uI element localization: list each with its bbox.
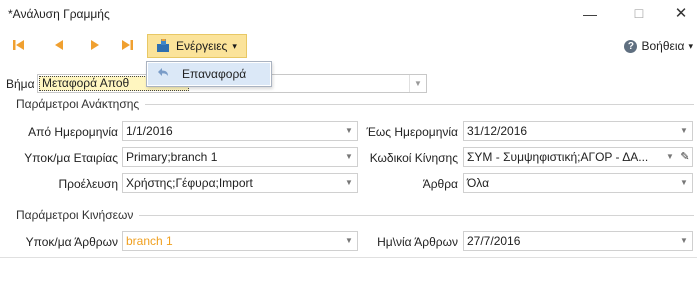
help-icon: ? <box>624 39 638 53</box>
from-date-value: 1/1/2016 <box>126 124 173 138</box>
maximize-button[interactable]: ☐ <box>624 4 654 24</box>
articles-field[interactable]: Όλα ▼ <box>463 173 693 193</box>
origin-value: Χρήστης;Γέφυρα;Import <box>126 176 253 190</box>
dropdown-arrow-icon[interactable]: ▼ <box>676 122 692 140</box>
toolbar: Ενέργειες ▾ ? Βοήθεια ▾ <box>0 30 697 62</box>
to-date-value: 31/12/2016 <box>467 124 528 138</box>
undo-icon <box>156 67 170 82</box>
menu-item-restore[interactable]: Επαναφορά <box>148 63 270 85</box>
chevron-down-icon: ▾ <box>688 40 693 51</box>
step-row: Βήμα Μεταφορά Αποθ ▼ <box>0 72 697 94</box>
divider <box>0 257 697 258</box>
dropdown-arrow-icon[interactable]: ▼ <box>676 174 692 192</box>
step-label: Βήμα <box>6 77 35 91</box>
article-date-label: Ημ\νία Άρθρων <box>377 235 458 249</box>
dropdown-arrow-icon[interactable]: ▼ <box>341 148 357 166</box>
menu-item-restore-label: Επαναφορά <box>182 67 247 81</box>
from-date-label: Από Ημερομηνία <box>28 125 118 139</box>
actions-label: Ενέργειες <box>176 39 228 53</box>
chevron-down-icon: ▾ <box>232 40 237 51</box>
dropdown-arrow-icon[interactable]: ▼ <box>662 148 678 166</box>
company-branch-label: Υποκ/μα Εταιρίας <box>24 151 118 165</box>
last-record-icon[interactable] <box>120 38 134 52</box>
movement-params-header: Παράμετροι Κινήσεων <box>8 207 694 223</box>
company-branch-field[interactable]: Primary;branch 1 ▼ <box>122 147 358 167</box>
pencil-icon[interactable]: ✎ <box>678 148 692 166</box>
actions-dropdown-menu: Επαναφορά <box>146 61 272 87</box>
movement-codes-field[interactable]: ΣΥΜ - Συμψηφιστική;ΑΓΟΡ - ΔΑ... ▼ ✎ <box>463 147 693 167</box>
window-title: *Ανάλυση Γραμμής <box>8 7 110 21</box>
retrieval-params-header: Παράμετροι Ανάκτησης <box>8 96 694 112</box>
retrieval-params-title: Παράμετροι Ανάκτησης <box>8 97 146 111</box>
next-record-icon[interactable] <box>88 38 102 52</box>
articles-label: Άρθρα <box>422 177 458 191</box>
article-date-value: 27/7/2016 <box>467 234 521 248</box>
articles-value: Όλα <box>467 176 490 190</box>
actions-icon <box>155 37 171 56</box>
article-branch-value: branch 1 <box>126 234 173 248</box>
company-branch-value: Primary;branch 1 <box>126 150 218 164</box>
dropdown-arrow-icon[interactable]: ▼ <box>676 232 692 250</box>
actions-menu-button[interactable]: Ενέργειες ▾ <box>147 34 247 58</box>
title-bar: *Ανάλυση Γραμμής — ☐ ✕ <box>0 0 697 28</box>
previous-record-icon[interactable] <box>52 38 66 52</box>
article-branch-label: Υποκ/μα Άρθρων <box>25 235 118 249</box>
dropdown-arrow-icon[interactable]: ▼ <box>341 174 357 192</box>
origin-label: Προέλευση <box>58 177 118 191</box>
origin-field[interactable]: Χρήστης;Γέφυρα;Import ▼ <box>122 173 358 193</box>
movement-codes-label: Κωδικοί Κίνησης <box>369 151 458 165</box>
dropdown-arrow-icon[interactable]: ▼ <box>341 232 357 250</box>
dropdown-arrow-icon[interactable]: ▼ <box>409 75 426 92</box>
article-branch-field[interactable]: branch 1 ▼ <box>122 231 358 251</box>
dropdown-arrow-icon[interactable]: ▼ <box>341 122 357 140</box>
to-date-label: Έως Ημερομηνία <box>366 125 458 139</box>
to-date-field[interactable]: 31/12/2016 ▼ <box>463 121 693 141</box>
minimize-button[interactable]: — <box>575 4 605 24</box>
first-record-icon[interactable] <box>12 38 26 52</box>
movement-codes-value: ΣΥΜ - Συμψηφιστική;ΑΓΟΡ - ΔΑ... <box>467 150 649 164</box>
help-menu-button[interactable]: ? Βοήθεια ▾ <box>624 39 693 53</box>
article-date-field[interactable]: 27/7/2016 ▼ <box>463 231 693 251</box>
movement-params-title: Παράμετροι Κινήσεων <box>8 208 140 222</box>
from-date-field[interactable]: 1/1/2016 ▼ <box>122 121 358 141</box>
help-label: Βοήθεια <box>641 39 685 53</box>
close-button[interactable]: ✕ <box>666 4 696 24</box>
